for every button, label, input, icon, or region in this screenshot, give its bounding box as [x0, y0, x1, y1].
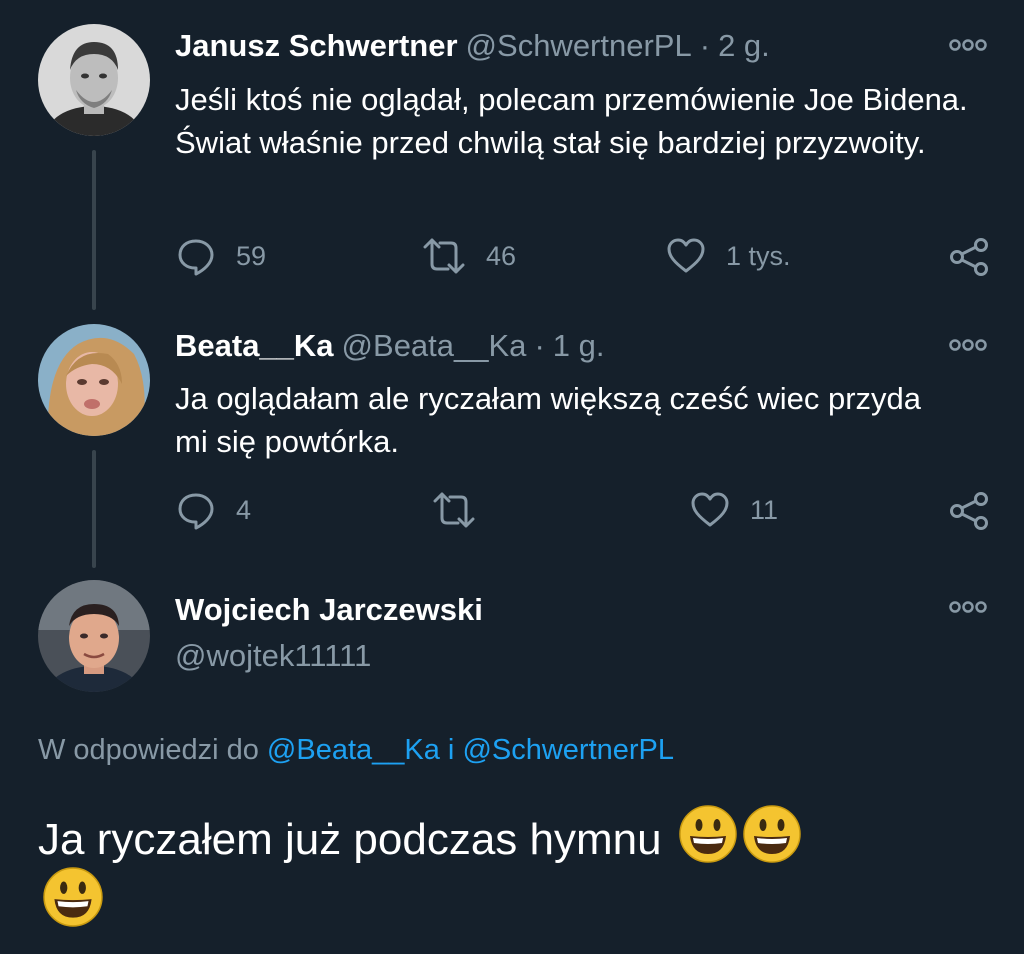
retweet-button[interactable]: 46	[422, 236, 516, 276]
like-icon	[690, 490, 730, 530]
separator: ·	[699, 28, 711, 63]
reply-user-link[interactable]: @Beata__Ka	[267, 734, 440, 766]
timestamp[interactable]: 2 g.	[718, 28, 770, 64]
grinning-face-icon	[742, 804, 802, 864]
author-name[interactable]: Janusz Schwertner	[175, 28, 458, 64]
avatar-beata[interactable]	[38, 324, 150, 436]
tweet-header: Beata__Ka @Beata__Ka · 1 g.	[175, 328, 604, 364]
avatar-janusz[interactable]	[38, 24, 150, 136]
reply-count: 4	[236, 494, 252, 525]
retweet-icon	[422, 236, 466, 276]
focused-tweet-text: Ja ryczałem już podczas hymnu	[38, 804, 998, 868]
tweet-text: Jeśli ktoś nie oglądał, polecam przemówi…	[175, 82, 968, 160]
like-button[interactable]: 11	[690, 490, 778, 530]
reply-count: 59	[236, 240, 267, 271]
retweet-icon	[432, 490, 476, 530]
author-handle[interactable]: @SchwertnerPL	[466, 28, 692, 64]
retweet-button[interactable]	[432, 490, 496, 530]
grinning-face-icon	[42, 866, 104, 933]
reply-icon	[176, 490, 216, 530]
author-name[interactable]: Wojciech Jarczewski	[175, 592, 483, 628]
timestamp[interactable]: 1 g.	[553, 328, 605, 364]
like-button[interactable]: 1 tys.	[666, 236, 791, 276]
author-name[interactable]: Beata__Ka	[175, 328, 334, 364]
thread-line	[92, 450, 96, 568]
grinning-face-icon	[678, 804, 738, 864]
author-handle[interactable]: @Beata__Ka	[342, 328, 527, 364]
more-icon[interactable]	[948, 600, 988, 619]
focused-tweet-body: Ja ryczałem już podczas hymnu	[38, 815, 662, 864]
share-icon[interactable]	[948, 236, 990, 283]
more-icon[interactable]	[948, 338, 988, 357]
like-icon	[666, 236, 706, 276]
like-count: 1 tys.	[726, 240, 791, 271]
reply-context: W odpowiedzi do @Beata__Ka i @Schwertner…	[38, 734, 674, 767]
reply-joiner: i	[447, 734, 455, 766]
share-icon[interactable]	[948, 490, 990, 537]
like-count: 11	[750, 494, 779, 525]
thread-line	[92, 150, 96, 310]
separator: ·	[534, 328, 545, 363]
reply-button[interactable]: 4	[176, 490, 251, 530]
tweet-header: Janusz Schwertner @SchwertnerPL · 2 g.	[175, 28, 770, 64]
avatar-wojciech[interactable]	[38, 580, 150, 692]
more-icon[interactable]	[948, 38, 988, 57]
reply-button[interactable]: 59	[176, 236, 266, 276]
author-handle[interactable]: @wojtek11111	[175, 638, 371, 674]
retweet-count: 46	[486, 240, 517, 271]
reply-user-link[interactable]: @SchwertnerPL	[462, 734, 674, 766]
tweet-text: Ja oglądałam ale ryczałam większą cześć …	[175, 381, 922, 459]
reply-prefix: W odpowiedzi do	[38, 734, 259, 766]
reply-icon	[176, 236, 216, 276]
